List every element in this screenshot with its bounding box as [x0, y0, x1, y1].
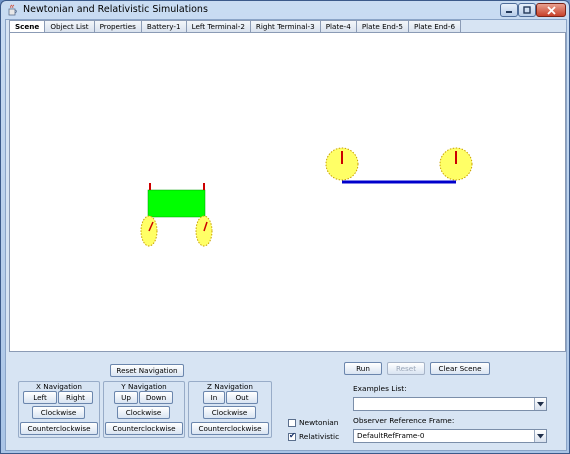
- observer-frame-label: Observer Reference Frame:: [353, 416, 455, 425]
- clear-scene-button[interactable]: Clear Scene: [430, 362, 490, 375]
- z-counterclockwise-button[interactable]: Counterclockwise: [191, 422, 269, 435]
- observer-frame-select[interactable]: DefaultRefFrame-0: [353, 429, 547, 443]
- run-button[interactable]: Run: [344, 362, 382, 375]
- clock-right-terminal[interactable]: [195, 215, 213, 247]
- examples-list-select[interactable]: [353, 397, 547, 411]
- newtonian-checkbox-box[interactable]: [288, 418, 296, 427]
- minimize-button[interactable]: [500, 3, 518, 17]
- clock-plate-end-6[interactable]: [439, 147, 473, 181]
- java-cup-icon: [7, 4, 19, 16]
- client-area: Scene Object List Properties Battery-1 L…: [5, 19, 567, 451]
- relativistic-label: Relativistic: [299, 432, 340, 441]
- y-counterclockwise-button[interactable]: Counterclockwise: [105, 422, 183, 435]
- tab-right-terminal-3[interactable]: Right Terminal-3: [250, 20, 321, 32]
- tab-battery-1[interactable]: Battery-1: [141, 20, 187, 32]
- z-clockwise-button[interactable]: Clockwise: [203, 406, 256, 419]
- newtonian-checkbox[interactable]: Newtonian: [288, 418, 339, 427]
- relativistic-checkbox[interactable]: Relativistic: [288, 431, 340, 441]
- observer-frame-value: DefaultRefFrame-0: [357, 431, 425, 440]
- examples-list-label: Examples List:: [353, 384, 407, 393]
- z-navigation-group: Z Navigation In Out Clockwise Counterclo…: [188, 381, 272, 438]
- relativistic-checkbox-box[interactable]: [288, 431, 296, 441]
- z-navigation-title: Z Navigation: [207, 382, 253, 391]
- clock-plate-end-5[interactable]: [325, 147, 359, 181]
- newtonian-label: Newtonian: [299, 418, 339, 427]
- minimize-icon: [505, 7, 513, 13]
- title-bar[interactable]: Newtonian and Relativistic Simulations: [1, 1, 569, 19]
- maximize-icon: [523, 6, 531, 14]
- x-right-button[interactable]: Right: [58, 391, 93, 404]
- x-clockwise-button[interactable]: Clockwise: [32, 406, 85, 419]
- scene-drawing: [140, 147, 473, 247]
- window-title: Newtonian and Relativistic Simulations: [23, 4, 208, 15]
- clock-left-terminal[interactable]: [140, 215, 158, 247]
- tab-plate-4[interactable]: Plate-4: [320, 20, 357, 32]
- x-navigation-group: X Navigation Left Right Clockwise Counte…: [18, 381, 100, 438]
- reset-button[interactable]: Reset: [387, 362, 425, 375]
- reset-navigation-button[interactable]: Reset Navigation: [110, 364, 184, 377]
- application-window: Newtonian and Relativistic Simulations S…: [0, 0, 570, 454]
- tab-plate-end-6[interactable]: Plate End-6: [408, 20, 462, 32]
- x-navigation-title: X Navigation: [36, 382, 82, 391]
- z-in-button[interactable]: In: [203, 391, 225, 404]
- y-clockwise-button[interactable]: Clockwise: [117, 406, 170, 419]
- battery-body[interactable]: [147, 189, 206, 218]
- tab-object-list[interactable]: Object List: [45, 20, 95, 32]
- chevron-down-icon[interactable]: [534, 430, 546, 442]
- y-navigation-group: Y Navigation Up Down Clockwise Countercl…: [103, 381, 185, 438]
- tab-left-terminal-2[interactable]: Left Terminal-2: [186, 20, 251, 32]
- tab-properties[interactable]: Properties: [94, 20, 142, 32]
- y-down-button[interactable]: Down: [139, 391, 173, 404]
- close-button[interactable]: [536, 3, 566, 17]
- y-navigation-title: Y Navigation: [121, 382, 167, 391]
- x-left-button[interactable]: Left: [23, 391, 57, 404]
- z-out-button[interactable]: Out: [226, 391, 258, 404]
- scene-canvas[interactable]: [9, 32, 566, 352]
- tab-plate-end-5[interactable]: Plate End-5: [356, 20, 409, 32]
- maximize-button[interactable]: [518, 3, 536, 17]
- close-icon: [546, 5, 556, 15]
- x-counterclockwise-button[interactable]: Counterclockwise: [20, 422, 98, 435]
- y-up-button[interactable]: Up: [114, 391, 138, 404]
- chevron-down-icon[interactable]: [534, 398, 546, 410]
- control-panel: Reset Navigation X Navigation Left Right…: [9, 353, 566, 449]
